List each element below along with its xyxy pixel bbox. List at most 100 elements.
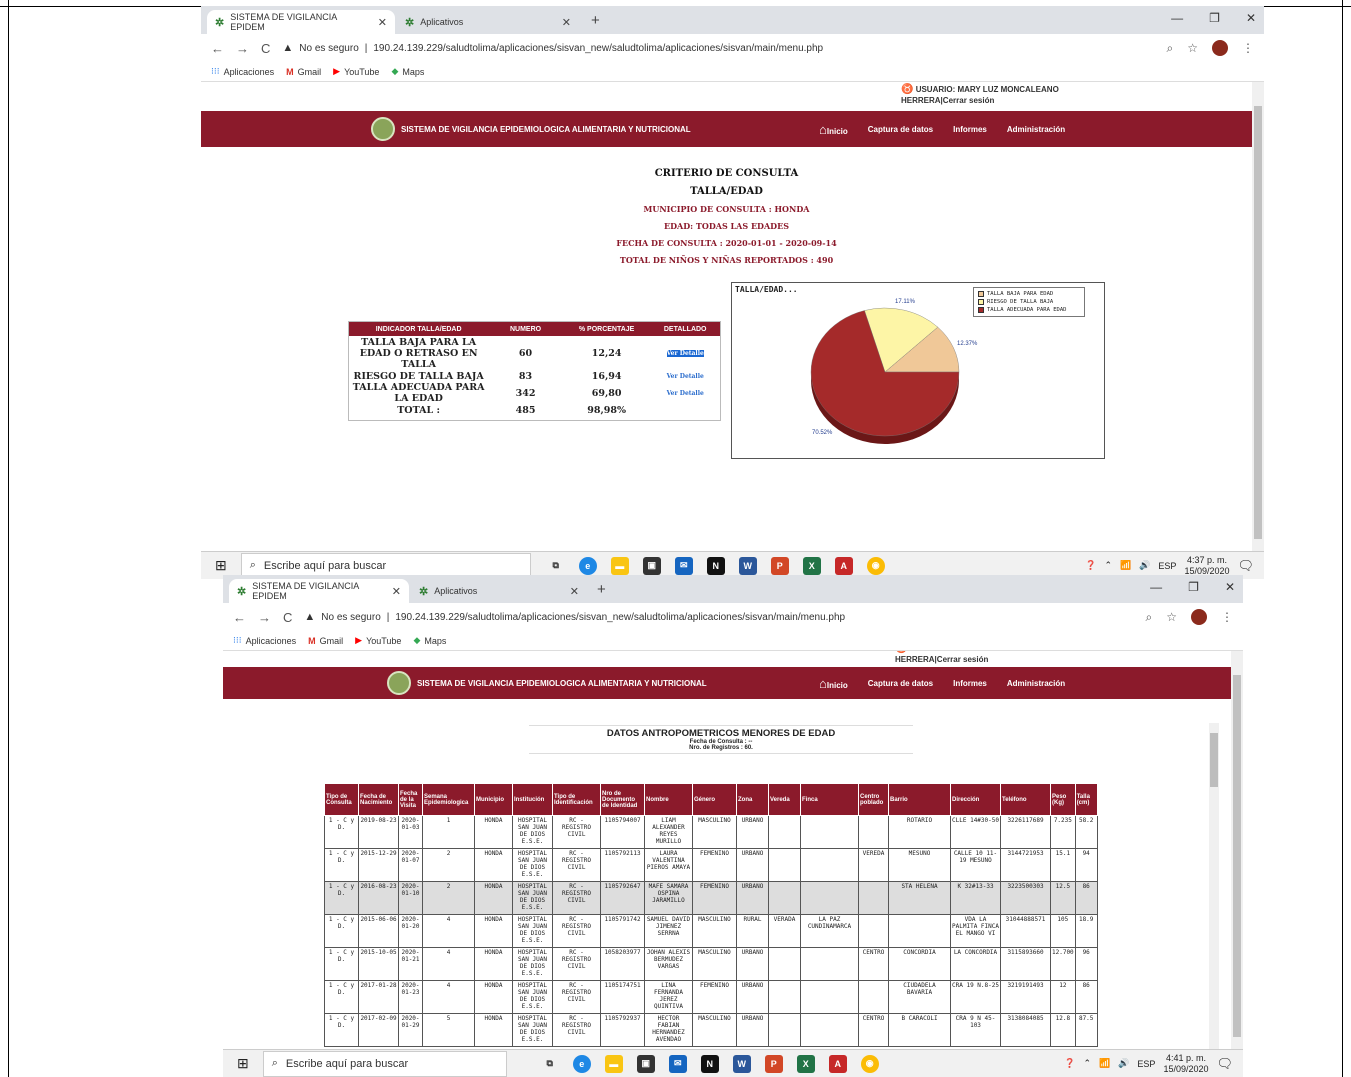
mail-icon[interactable]: ✉ bbox=[668, 1054, 687, 1073]
task-view-icon[interactable]: ⧉ bbox=[541, 1055, 559, 1073]
inner-scrollbar[interactable] bbox=[1209, 723, 1219, 1049]
word-icon[interactable]: W bbox=[732, 1054, 751, 1073]
back-icon[interactable]: ← bbox=[233, 610, 246, 625]
close-window-icon[interactable]: ✕ bbox=[1225, 580, 1235, 594]
language-indicator[interactable]: ESP bbox=[1158, 561, 1176, 571]
tab-aplicativos[interactable]: ✲ Aplicativos ✕ bbox=[397, 10, 579, 34]
ver-detalle-link[interactable]: Ver Detalle bbox=[666, 349, 704, 357]
bookmark-star-icon[interactable]: ☆ bbox=[1187, 41, 1198, 55]
bookmark-aplicaciones[interactable]: ⁝⁝⁝ Aplicaciones bbox=[211, 66, 274, 77]
bookmark-gmail[interactable]: M Gmail bbox=[286, 67, 321, 77]
menu-administracion[interactable]: Administración bbox=[1007, 679, 1065, 688]
netflix-icon[interactable]: N bbox=[700, 1054, 719, 1073]
help-icon[interactable]: ❓ bbox=[1064, 1058, 1075, 1069]
close-tab-icon[interactable]: ✕ bbox=[392, 585, 401, 598]
store-icon[interactable]: ▣ bbox=[642, 556, 661, 575]
chrome-icon[interactable]: ◉ bbox=[866, 556, 885, 575]
logout-link[interactable]: HERRERA|Cerrar sesión bbox=[895, 655, 988, 664]
task-view-icon[interactable]: ⧉ bbox=[547, 557, 565, 575]
profile-avatar[interactable] bbox=[1191, 609, 1207, 625]
excel-icon[interactable]: X bbox=[802, 556, 821, 575]
taskbar-search[interactable]: ⌕ Escribe aquí para buscar bbox=[262, 1050, 507, 1077]
tab-sisvan[interactable]: ✲ SISTEMA DE VIGILANCIA EPIDEM ✕ bbox=[207, 10, 395, 34]
tab-aplicativos[interactable]: ✲ Aplicativos ✕ bbox=[411, 579, 587, 603]
powerpoint-icon[interactable]: P bbox=[764, 1054, 783, 1073]
omnibox[interactable]: ▲ No es seguro | 190.24.139.229/saludtol… bbox=[304, 611, 845, 623]
store-icon[interactable]: ▣ bbox=[636, 1054, 655, 1073]
omnibox[interactable]: ▲ No es seguro | 190.24.139.229/saludtol… bbox=[282, 42, 823, 54]
edge-icon[interactable]: e bbox=[578, 556, 597, 575]
menu-informes[interactable]: Informes bbox=[953, 125, 987, 134]
menu-captura[interactable]: Captura de datos bbox=[868, 125, 933, 134]
powerpoint-icon[interactable]: P bbox=[770, 556, 789, 575]
mail-icon[interactable]: ✉ bbox=[674, 556, 693, 575]
acrobat-icon[interactable]: A bbox=[828, 1054, 847, 1073]
zoom-icon[interactable]: ⌕ bbox=[1146, 610, 1153, 625]
menu-captura[interactable]: Captura de datos bbox=[868, 679, 933, 688]
scrollbar-thumb[interactable] bbox=[1254, 106, 1262, 539]
screenshot-anthropometric-data: ✲ SISTEMA DE VIGILANCIA EPIDEM ✕ ✲ Aplic… bbox=[223, 575, 1243, 1077]
back-icon[interactable]: ← bbox=[211, 41, 224, 56]
bookmark-star-icon[interactable]: ☆ bbox=[1166, 610, 1177, 624]
notifications-icon[interactable]: 🗨 bbox=[1216, 1056, 1233, 1072]
scrollbar-thumb[interactable] bbox=[1210, 733, 1218, 787]
file-explorer-icon[interactable]: ▬ bbox=[610, 556, 629, 575]
more-menu-icon[interactable]: ⋮ bbox=[1221, 610, 1233, 624]
network-icon[interactable]: 📶 bbox=[1099, 1058, 1110, 1069]
tray-chevron-icon[interactable]: ⌃ bbox=[1083, 1058, 1091, 1069]
menu-inicio[interactable]: ⌂Inicio bbox=[819, 122, 848, 137]
page-scrollbar[interactable] bbox=[1231, 651, 1243, 1049]
page-scrollbar[interactable] bbox=[1252, 82, 1264, 551]
forward-icon[interactable]: → bbox=[236, 41, 249, 56]
edge-icon[interactable]: e bbox=[572, 1054, 591, 1073]
reload-icon[interactable]: C bbox=[283, 610, 292, 625]
help-icon[interactable]: ❓ bbox=[1085, 560, 1096, 571]
menu-inicio[interactable]: ⌂Inicio bbox=[819, 676, 848, 691]
volume-icon[interactable]: 🔊 bbox=[1118, 1058, 1129, 1069]
volume-icon[interactable]: 🔊 bbox=[1139, 560, 1150, 571]
tab-sisvan[interactable]: ✲ SISTEMA DE VIGILANCIA EPIDEM ✕ bbox=[229, 579, 409, 603]
bookmark-maps[interactable]: ◆ Maps bbox=[413, 635, 446, 646]
close-tab-icon[interactable]: ✕ bbox=[562, 16, 571, 29]
restore-icon[interactable]: ❐ bbox=[1188, 580, 1199, 594]
language-indicator[interactable]: ESP bbox=[1137, 1059, 1155, 1069]
file-explorer-icon[interactable]: ▬ bbox=[604, 1054, 623, 1073]
bookmark-aplicaciones[interactable]: ⁝⁝⁝ Aplicaciones bbox=[233, 635, 296, 646]
profile-avatar[interactable] bbox=[1212, 40, 1228, 56]
scrollbar-thumb[interactable] bbox=[1233, 675, 1241, 1037]
more-menu-icon[interactable]: ⋮ bbox=[1242, 41, 1254, 55]
bookmark-gmail[interactable]: M Gmail bbox=[308, 636, 343, 646]
minimize-icon[interactable]: — bbox=[1171, 11, 1183, 25]
new-tab-icon[interactable]: + bbox=[591, 12, 600, 29]
word-icon[interactable]: W bbox=[738, 556, 757, 575]
zoom-icon[interactable]: ⌕ bbox=[1167, 41, 1174, 56]
bookmark-youtube[interactable]: ▶ YouTube bbox=[333, 66, 379, 77]
notifications-icon[interactable]: 🗨 bbox=[1237, 558, 1254, 574]
windows-start-icon[interactable]: ⊞ bbox=[237, 1055, 249, 1072]
forward-icon[interactable]: → bbox=[258, 610, 271, 625]
logout-link[interactable]: HERRERA|Cerrar sesión bbox=[901, 96, 994, 105]
table-cell: LAURA VALENTINA PIEROS AMAYA bbox=[644, 848, 693, 882]
ver-detalle-link[interactable]: Ver Detalle bbox=[650, 373, 720, 380]
menu-administracion[interactable]: Administración bbox=[1007, 125, 1065, 134]
menu-informes[interactable]: Informes bbox=[953, 679, 987, 688]
chrome-icon[interactable]: ◉ bbox=[860, 1054, 879, 1073]
clock[interactable]: 4:41 p. m. 15/09/2020 bbox=[1163, 1053, 1208, 1075]
bookmark-maps[interactable]: ◆ Maps bbox=[391, 66, 424, 77]
windows-start-icon[interactable]: ⊞ bbox=[215, 557, 227, 574]
minimize-icon[interactable]: — bbox=[1150, 580, 1162, 594]
restore-icon[interactable]: ❐ bbox=[1209, 11, 1220, 25]
bookmark-youtube[interactable]: ▶ YouTube bbox=[355, 635, 401, 646]
tray-chevron-icon[interactable]: ⌃ bbox=[1104, 560, 1112, 571]
clock[interactable]: 4:37 p. m. 15/09/2020 bbox=[1184, 555, 1229, 577]
ver-detalle-link[interactable]: Ver Detalle bbox=[650, 390, 720, 397]
close-tab-icon[interactable]: ✕ bbox=[570, 585, 579, 598]
close-tab-icon[interactable]: ✕ bbox=[378, 16, 387, 29]
reload-icon[interactable]: C bbox=[261, 41, 270, 56]
netflix-icon[interactable]: N bbox=[706, 556, 725, 575]
excel-icon[interactable]: X bbox=[796, 1054, 815, 1073]
new-tab-icon[interactable]: + bbox=[597, 581, 606, 598]
close-window-icon[interactable]: ✕ bbox=[1246, 11, 1256, 25]
network-icon[interactable]: 📶 bbox=[1120, 560, 1131, 571]
acrobat-icon[interactable]: A bbox=[834, 556, 853, 575]
